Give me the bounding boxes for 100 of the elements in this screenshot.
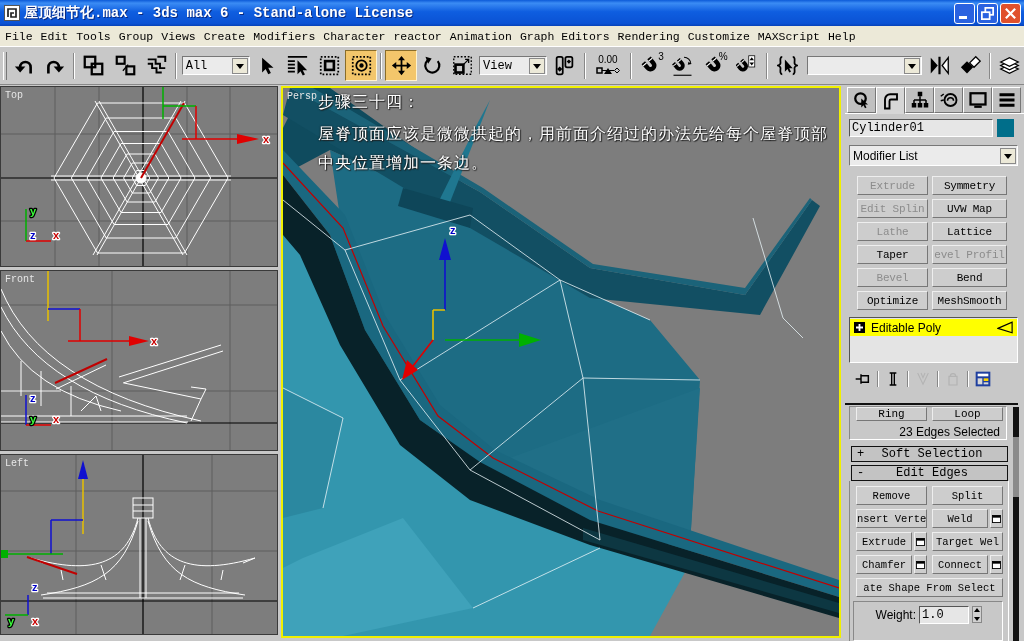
scroll-bar[interactable] bbox=[1013, 407, 1019, 641]
settings-button[interactable] bbox=[914, 532, 927, 551]
edge-tool-button[interactable]: Target Wel bbox=[932, 532, 1003, 551]
menu-item[interactable]: Character bbox=[323, 29, 386, 43]
toolbar-button[interactable]: 0.00 bbox=[588, 50, 627, 81]
tutorial-heading: 步骤三十四： bbox=[318, 92, 420, 113]
axis-label: z bbox=[32, 581, 38, 593]
axis-label: z bbox=[450, 224, 456, 236]
move-gizmo-icon bbox=[402, 238, 541, 380]
modifier-button[interactable]: Bend bbox=[932, 268, 1007, 287]
name-field[interactable]: Cylinder01 bbox=[849, 119, 993, 137]
edge-tool-button[interactable]: Remove bbox=[856, 486, 927, 505]
edge-tool-button[interactable]: Loop bbox=[932, 407, 1003, 421]
edge-tool-button[interactable]: Extrude bbox=[856, 532, 912, 551]
resize-square-icon bbox=[451, 55, 473, 76]
menu-item[interactable]: Graph Editors bbox=[519, 29, 610, 43]
configure-icon[interactable] bbox=[975, 371, 991, 387]
panel-tab[interactable] bbox=[992, 87, 1021, 113]
panel-tab[interactable] bbox=[876, 87, 905, 114]
magnet-arc-icon bbox=[672, 55, 694, 76]
toolbar-button[interactable] bbox=[385, 50, 418, 81]
menu-item[interactable]: reactor bbox=[393, 29, 442, 43]
axis-label: x bbox=[53, 229, 60, 241]
panel-tab[interactable] bbox=[847, 87, 876, 113]
menu-item[interactable]: Group bbox=[118, 29, 154, 43]
panel-tab[interactable] bbox=[934, 87, 963, 113]
axis-gizmo-icon bbox=[1, 460, 88, 558]
settings-button[interactable] bbox=[990, 555, 1003, 574]
selection-status: 23 Edges Selected bbox=[898, 425, 1001, 439]
rollout-header[interactable]: - Edit Edges bbox=[851, 465, 1008, 481]
pivot-rectangles-icon bbox=[554, 55, 576, 76]
monitor-icon bbox=[968, 91, 987, 109]
dropdown[interactable]: View bbox=[479, 56, 547, 75]
edge-tool-button[interactable]: Weld bbox=[932, 509, 988, 528]
edge-tool-button[interactable]: Split bbox=[932, 486, 1003, 505]
bent-pipe-icon bbox=[881, 91, 900, 110]
panel-tab[interactable] bbox=[905, 87, 934, 113]
menu-item[interactable]: Edit bbox=[40, 29, 69, 43]
modifier-button[interactable]: UVW Map bbox=[932, 199, 1007, 218]
axis-tripod-icon bbox=[25, 208, 52, 242]
four-way-arrow-icon bbox=[390, 55, 412, 76]
menu-item[interactable]: Customize bbox=[687, 29, 750, 43]
minimize-icon bbox=[959, 15, 967, 19]
plus-box-icon bbox=[854, 322, 865, 333]
menu-item[interactable]: Views bbox=[161, 29, 196, 43]
edge-tool-button[interactable]: Chamfer bbox=[856, 555, 912, 574]
pin-icon[interactable] bbox=[855, 371, 871, 387]
scroll-thumb[interactable] bbox=[1013, 437, 1019, 497]
modifier-button[interactable]: Symmetry bbox=[932, 176, 1007, 195]
toolbar-button[interactable] bbox=[345, 50, 378, 81]
menu-item[interactable]: Create bbox=[203, 29, 246, 43]
viewport-label: Front bbox=[5, 274, 35, 285]
menu-item[interactable]: Modifiers bbox=[253, 29, 316, 43]
viewport-label: Top bbox=[5, 90, 23, 101]
weight-field[interactable]: 1.0 bbox=[919, 606, 969, 624]
menu-item[interactable]: Rendering bbox=[617, 29, 680, 43]
axis-label: z bbox=[30, 229, 36, 241]
slider-marker-icon bbox=[595, 66, 620, 76]
modifier-button[interactable]: Lattice bbox=[932, 222, 1007, 241]
toolbar-button[interactable]: 3 bbox=[634, 50, 667, 81]
restore-button[interactable] bbox=[977, 2, 998, 24]
panel-tab[interactable] bbox=[963, 87, 992, 113]
modifier-list-dropdown[interactable]: Modifier List bbox=[849, 145, 1018, 166]
axis-tripod-icon bbox=[4, 594, 29, 616]
split-squares-icon bbox=[115, 55, 137, 76]
ball-motion-icon bbox=[939, 91, 958, 109]
settings-button[interactable] bbox=[990, 509, 1003, 528]
window-icon bbox=[916, 560, 925, 569]
stacked-bars-icon bbox=[997, 91, 1016, 109]
bracket-cursor-icon bbox=[777, 55, 799, 76]
swatch-icon[interactable] bbox=[997, 119, 1014, 137]
axis-label: y bbox=[30, 413, 37, 425]
menu-item[interactable]: Animation bbox=[449, 29, 512, 43]
menu-item[interactable]: Tools bbox=[76, 29, 111, 43]
rollout-header[interactable]: + Soft Selection bbox=[851, 446, 1008, 462]
viewport-label: Left bbox=[5, 458, 29, 469]
menu-item[interactable]: MAXScript bbox=[757, 29, 820, 43]
axis-label: y bbox=[30, 205, 37, 217]
dropdown[interactable]: All bbox=[181, 56, 250, 75]
close-icon bbox=[1005, 7, 1016, 19]
named-selection-field[interactable] bbox=[806, 56, 923, 75]
spinner-label: Weight: bbox=[874, 607, 916, 624]
minimize-button[interactable] bbox=[954, 2, 975, 24]
modifier-button[interactable]: MeshSmooth bbox=[932, 291, 1007, 310]
toolbar-button[interactable]: % bbox=[698, 50, 731, 81]
axis-label: x bbox=[151, 335, 158, 347]
settings-button[interactable] bbox=[914, 555, 927, 574]
diamond-eraser-icon bbox=[959, 55, 981, 76]
menu-item[interactable]: File bbox=[5, 29, 33, 43]
modifier-button[interactable]: Taper bbox=[857, 245, 928, 264]
edge-tool-button[interactable]: nsert Verte bbox=[856, 509, 928, 528]
app-icon[interactable] bbox=[4, 5, 20, 21]
edge-tool-button[interactable]: Connect bbox=[932, 555, 988, 574]
menu-item[interactable]: Help bbox=[827, 29, 856, 43]
modifier-button[interactable]: Optimize bbox=[857, 291, 928, 310]
spinner-arrows-icon[interactable] bbox=[972, 606, 982, 623]
close-button[interactable] bbox=[1000, 2, 1021, 24]
edge-tool-button[interactable]: ate Shape From Select bbox=[856, 578, 1003, 597]
edge-tool-button[interactable]: Ring bbox=[856, 407, 927, 421]
stack-item[interactable]: Editable Poly bbox=[850, 319, 1017, 336]
